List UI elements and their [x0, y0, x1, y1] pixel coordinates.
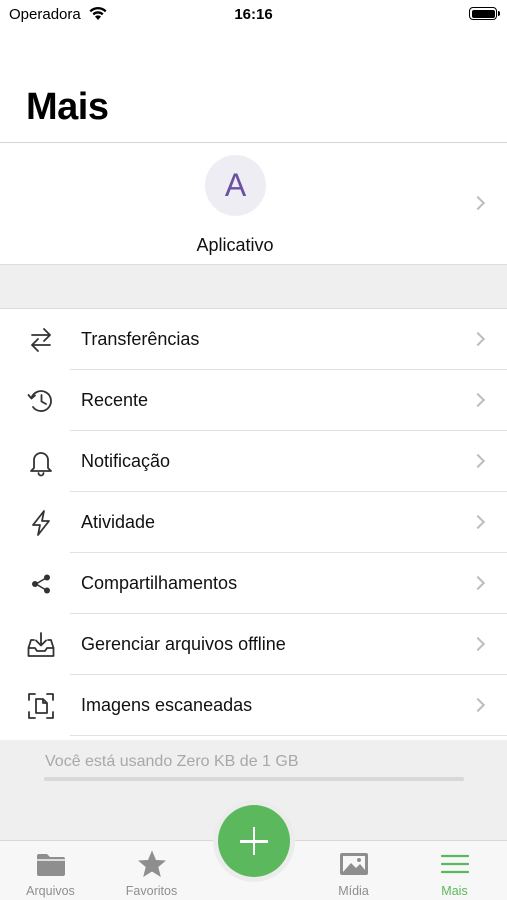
menu-item-offline-files[interactable]: Gerenciar arquivos offline — [0, 614, 507, 675]
page-title: Mais — [26, 86, 109, 128]
section-spacer — [0, 264, 507, 309]
image-icon — [340, 853, 368, 875]
chevron-right-icon — [470, 697, 486, 713]
chevron-right-icon — [470, 392, 486, 408]
avatar: A — [205, 155, 266, 216]
row-divider — [70, 735, 507, 736]
menu-item-transfers[interactable]: Transferências — [0, 309, 507, 370]
menu-item-scanned-images[interactable]: Imagens escaneadas — [0, 675, 507, 736]
account-row[interactable]: A Aplicativo — [0, 143, 507, 264]
menu-lines-icon — [440, 854, 470, 874]
bell-icon — [30, 452, 52, 477]
account-name: Aplicativo — [196, 235, 274, 255]
tab-files[interactable]: Arquivos — [0, 841, 101, 900]
tab-label: Mais — [441, 884, 468, 898]
tab-more[interactable]: Mais — [404, 841, 505, 900]
scanned-document-icon — [28, 693, 54, 719]
menu-item-activity[interactable]: Atividade — [0, 492, 507, 553]
star-icon — [138, 850, 166, 877]
transfer-arrows-icon — [31, 328, 51, 352]
chevron-right-icon — [470, 453, 486, 469]
history-icon — [27, 390, 52, 412]
menu-item-label: Recente — [81, 390, 149, 410]
lightning-icon — [32, 510, 50, 536]
menu-list: Transferências Recente Notificação Ativi… — [0, 309, 507, 736]
add-button[interactable] — [218, 805, 290, 877]
status-time: 16:16 — [234, 6, 273, 23]
chevron-right-icon — [470, 514, 486, 530]
tab-label: Mídia — [338, 884, 369, 898]
tab-label: Favoritos — [125, 884, 178, 898]
menu-item-label: Compartilhamentos — [81, 573, 238, 593]
storage-progress-bar — [44, 777, 464, 781]
menu-item-label: Atividade — [81, 512, 156, 532]
menu-item-recent[interactable]: Recente — [0, 370, 507, 431]
share-icon — [32, 574, 50, 594]
chevron-right-icon — [470, 195, 486, 211]
folder-icon — [37, 854, 65, 876]
tab-label: Arquivos — [26, 884, 75, 898]
chevron-right-icon — [470, 331, 486, 347]
tab-favorites[interactable]: Favoritos — [101, 841, 202, 900]
chevron-right-icon — [470, 575, 486, 591]
menu-item-label: Imagens escaneadas — [81, 695, 253, 715]
storage-usage-text: Você está usando Zero KB de 1 GB — [45, 753, 299, 770]
menu-item-shares[interactable]: Compartilhamentos — [0, 553, 507, 614]
download-tray-icon — [27, 632, 55, 657]
tab-media[interactable]: Mídia — [303, 841, 404, 900]
menu-item-label: Gerenciar arquivos offline — [81, 634, 286, 654]
status-bar: Operadora 16:16 — [0, 0, 507, 30]
battery-icon — [469, 7, 500, 20]
menu-item-label: Notificação — [81, 451, 171, 471]
chevron-right-icon — [470, 636, 486, 652]
menu-item-notifications[interactable]: Notificação — [0, 431, 507, 492]
menu-item-label: Transferências — [81, 329, 200, 349]
